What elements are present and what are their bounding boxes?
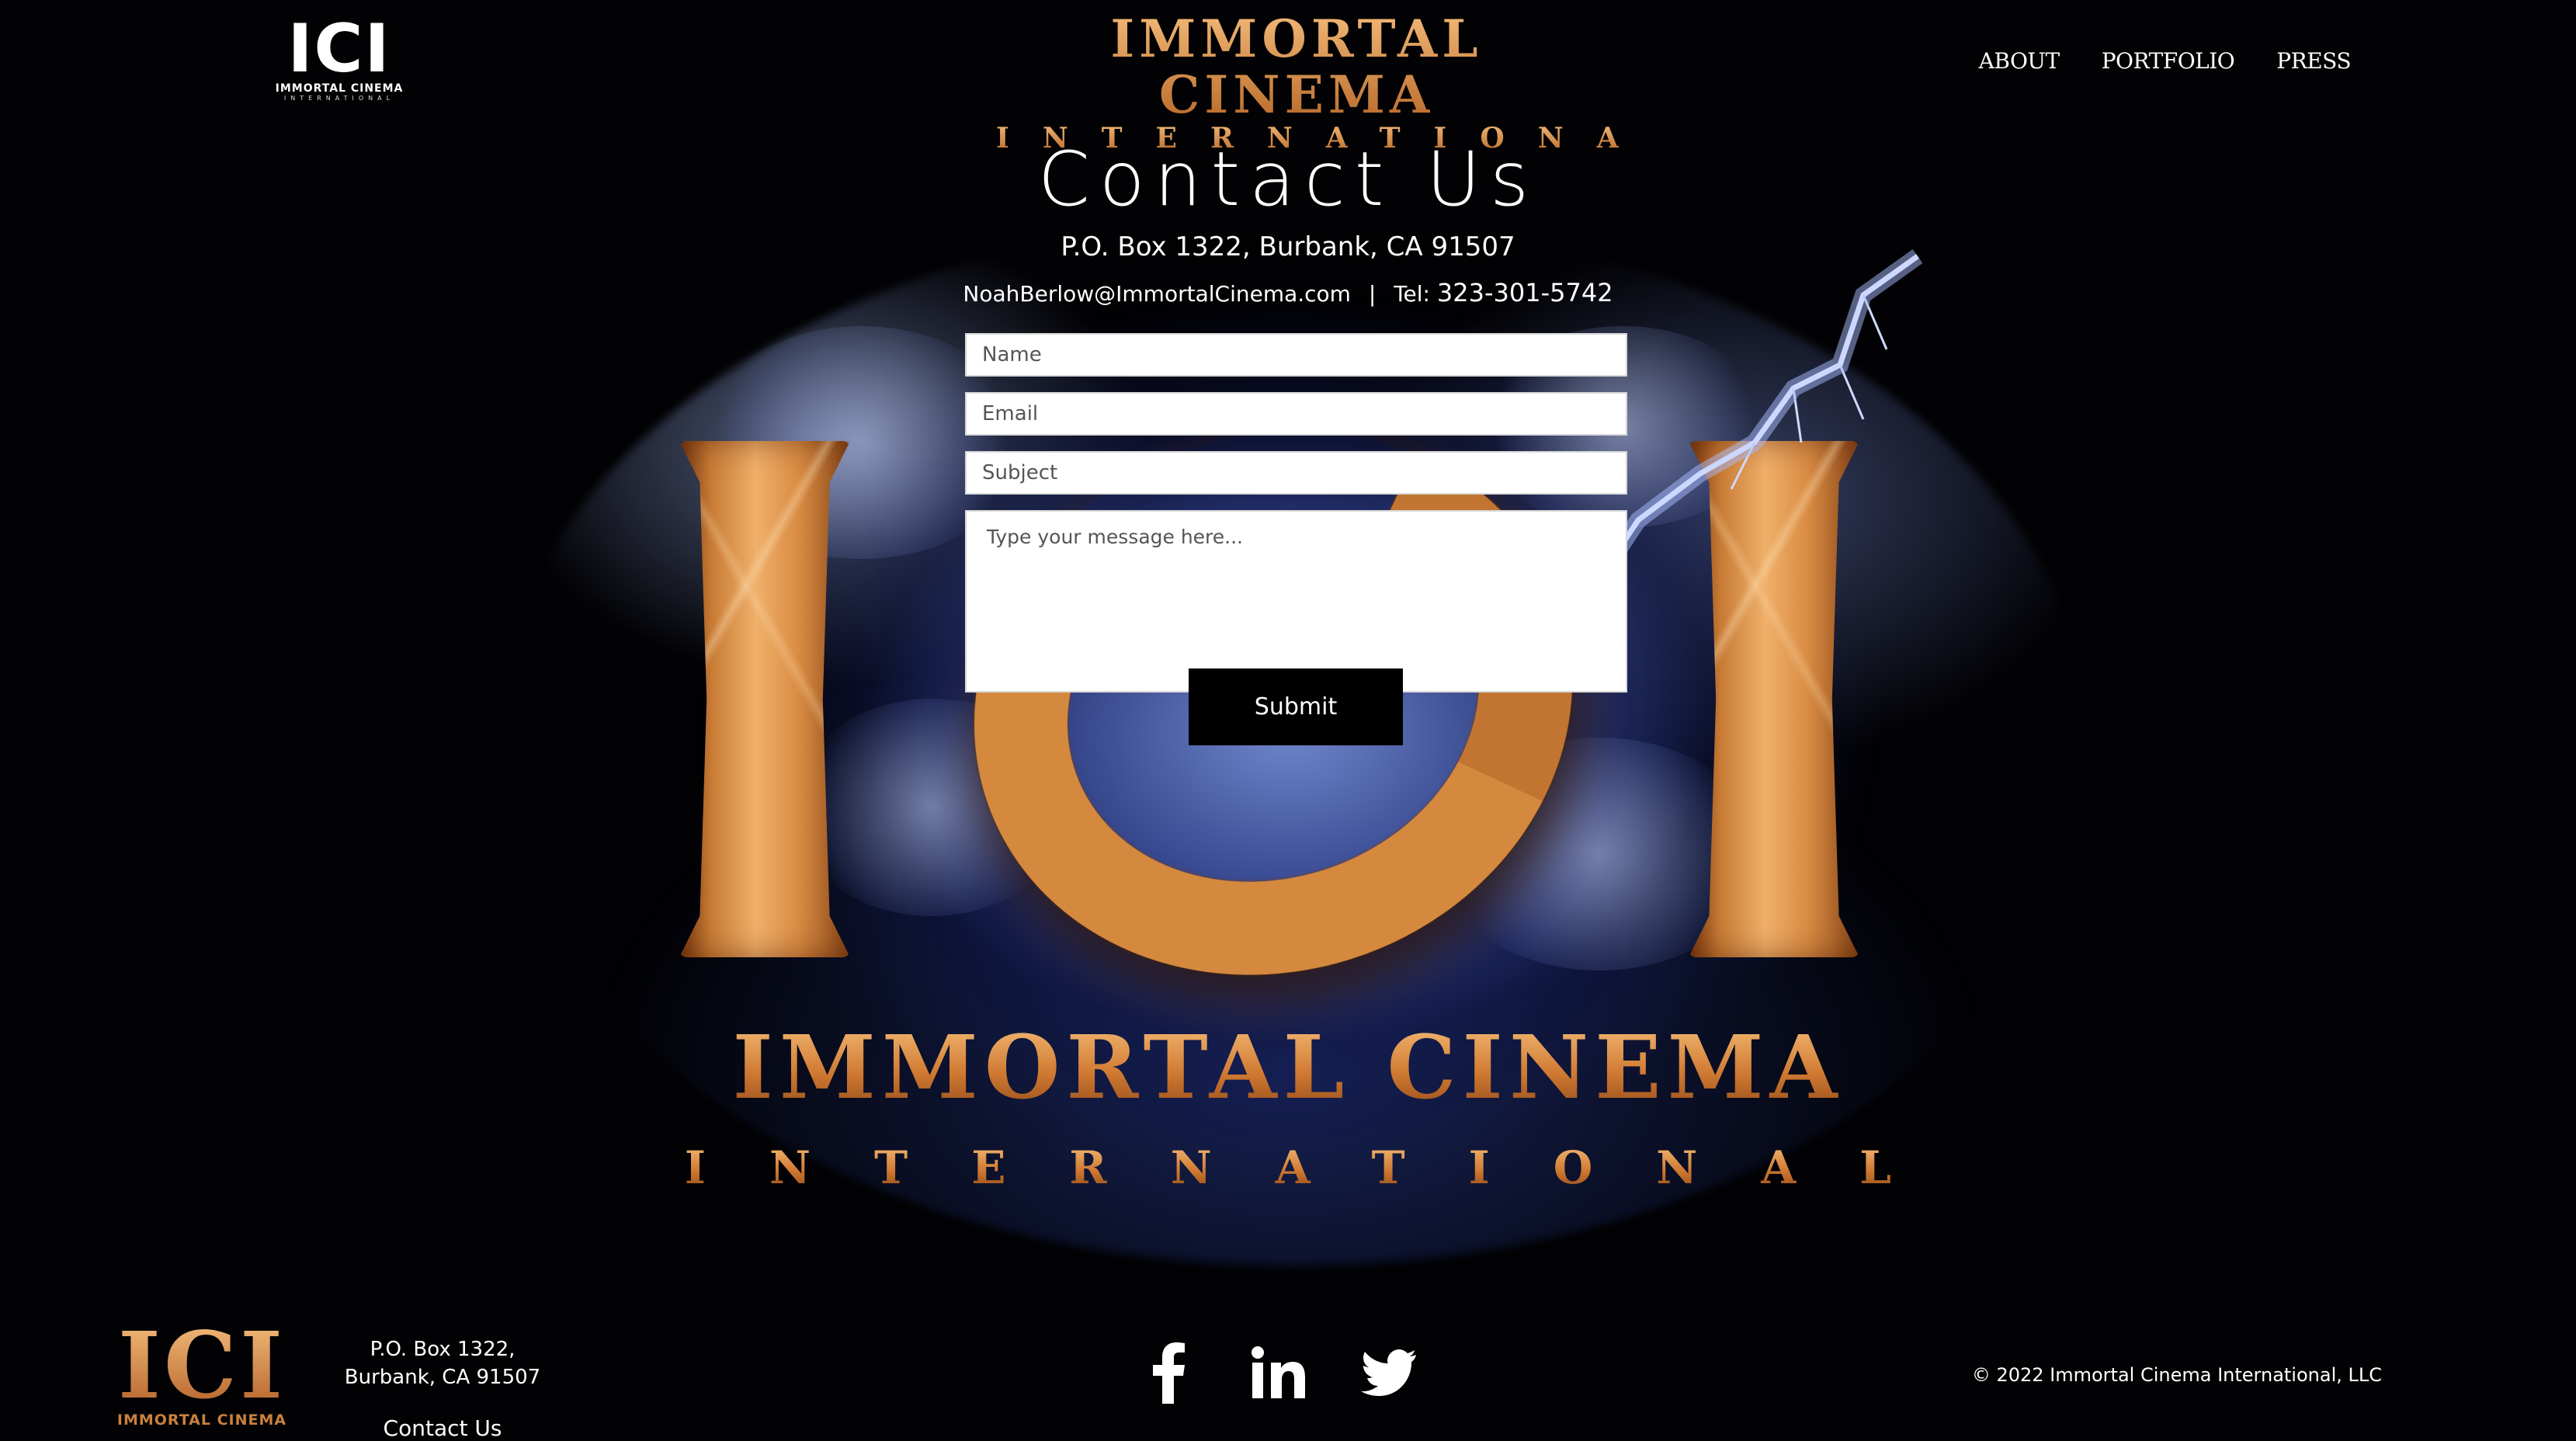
copyright: © 2022 Immortal Cinema International, LL… [1971, 1364, 2382, 1386]
header-logo-tagline: IMMORTAL CINEMA [275, 82, 404, 95]
contact-details: NoahBerlow@ImmortalCinema.com | Tel: 323… [0, 278, 2576, 307]
footer-address-line1: P.O. Box 1322, [370, 1338, 516, 1361]
header-logo-letters: ICI [287, 10, 391, 88]
facebook-icon[interactable] [1137, 1342, 1199, 1404]
nav-portfolio[interactable]: PORTFOLIO [2102, 48, 2235, 74]
footer-logo-letters: ICI [109, 1320, 295, 1411]
contact-form [965, 333, 1627, 693]
site-title[interactable]: IMMORTAL CINEMA INTERNATIONAL [963, 11, 1672, 154]
name-field[interactable] [965, 333, 1627, 377]
message-field[interactable] [965, 510, 1627, 693]
footer-address-line2: Burbank, CA 91507 [344, 1366, 541, 1389]
contact-email[interactable]: NoahBerlow@ImmortalCinema.com [963, 281, 1351, 307]
nav-press[interactable]: PRESS [2276, 48, 2351, 74]
submit-button[interactable]: Submit [1189, 668, 1403, 745]
separator: | [1368, 281, 1377, 307]
footer-logo-tagline: IMMORTAL CINEMA [116, 1411, 287, 1429]
footer-logo[interactable]: ICI IMMORTAL CINEMA [109, 1320, 295, 1436]
social-links [1137, 1342, 1420, 1404]
site-title-main: IMMORTAL CINEMA [963, 11, 1630, 123]
page-title: Contact Us [1037, 136, 1539, 223]
hero-wordmark-main: IMMORTAL CINEMA [0, 1017, 2576, 1119]
hero-wordmark-sub: INTERNATIONAL [0, 1141, 2576, 1194]
contact-address: P.O. Box 1322, Burbank, CA 91507 [1061, 231, 1515, 262]
footer-contact-link[interactable]: Contact Us [342, 1415, 543, 1441]
footer-address: P.O. Box 1322, Burbank, CA 91507 [342, 1335, 543, 1391]
main-nav: ABOUT PORTFOLIO PRESS [1979, 48, 2352, 74]
contact-page: IMMORTAL CINEMA INTERNATIONAL ICI IMMORT… [0, 0, 2576, 1441]
tel-label: Tel: [1394, 281, 1430, 307]
linkedin-icon[interactable] [1248, 1342, 1310, 1404]
twitter-icon[interactable] [1358, 1342, 1420, 1404]
email-field[interactable] [965, 392, 1627, 436]
header-logo-sub: INTERNATIONAL [283, 95, 395, 102]
subject-field[interactable] [965, 451, 1627, 495]
nav-about[interactable]: ABOUT [1979, 48, 2060, 74]
tel-number[interactable]: 323-301-5742 [1437, 278, 1613, 307]
header-logo[interactable]: ICI IMMORTAL CINEMA INTERNATIONAL [273, 16, 405, 102]
